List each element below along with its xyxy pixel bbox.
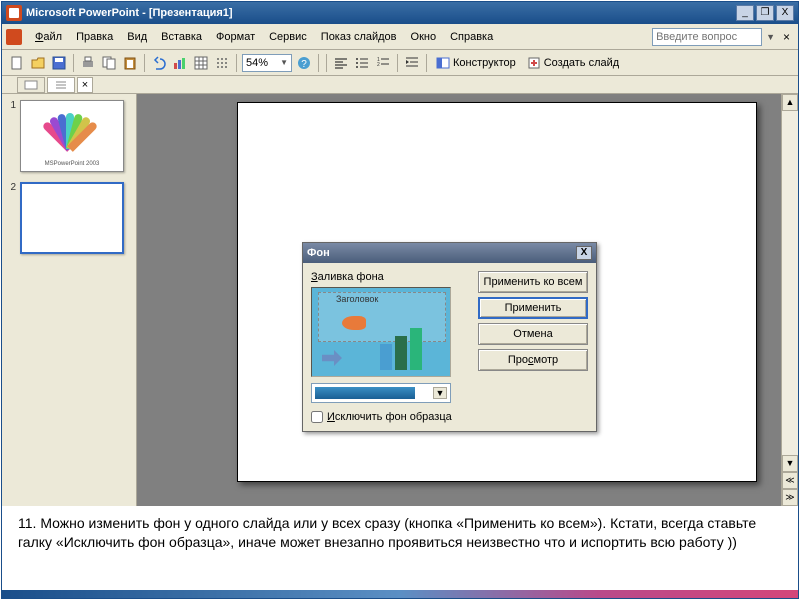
scroll-track[interactable]: [782, 111, 798, 455]
menu-edit[interactable]: Правка: [69, 27, 120, 47]
slide-thumbnail-2[interactable]: [20, 182, 124, 254]
new-icon[interactable]: [8, 54, 26, 72]
align-left-icon[interactable]: [332, 54, 350, 72]
undo-icon[interactable]: [150, 54, 168, 72]
bullets-icon[interactable]: [353, 54, 371, 72]
print-icon[interactable]: [79, 54, 97, 72]
window-minimize-button[interactable]: _: [736, 5, 754, 21]
zoom-combobox[interactable]: 54% ▼: [242, 54, 292, 72]
menu-file[interactable]: Файл: [28, 27, 69, 47]
tabs-close-button[interactable]: ×: [77, 77, 93, 93]
outline-tab[interactable]: [47, 77, 75, 93]
chart-icon[interactable]: [171, 54, 189, 72]
paste-icon[interactable]: [121, 54, 139, 72]
doc-icon: [6, 29, 22, 45]
apply-all-button[interactable]: Применить ко всем: [478, 271, 588, 293]
menu-view[interactable]: Вид: [120, 27, 154, 47]
grid-icon[interactable]: [213, 54, 231, 72]
new-slide-label: Создать слайд: [544, 57, 619, 69]
background-dialog: Фон X Заливка фона Заголовок: [302, 242, 597, 432]
fill-label: Заливка фона: [311, 271, 468, 283]
menu-file-label: айл: [43, 31, 62, 43]
cancel-button[interactable]: Отмена: [478, 323, 588, 345]
fish-icon: [342, 316, 366, 330]
copy-icon[interactable]: [100, 54, 118, 72]
window-titlebar: Microsoft PowerPoint - [Презентация1] _ …: [2, 2, 798, 24]
designer-label: Конструктор: [453, 57, 516, 69]
exclude-master-label: Исключить фон образца: [327, 411, 452, 423]
next-slide-button[interactable]: ≫: [782, 489, 798, 506]
decorative-stripe: [2, 590, 798, 598]
menu-bar: Файл Правка Вид Вставка Формат Сервис По…: [2, 24, 798, 50]
preview-button[interactable]: Просмотр: [478, 349, 588, 371]
menu-format[interactable]: Формат: [209, 27, 262, 47]
designer-button[interactable]: Конструктор: [432, 56, 520, 70]
chevron-down-icon: ▼: [433, 387, 447, 399]
color-fan-icon: [46, 109, 96, 149]
scroll-down-icon[interactable]: ▼: [782, 455, 798, 472]
increase-indent-icon[interactable]: [403, 54, 421, 72]
dialog-close-button[interactable]: X: [576, 246, 592, 260]
fill-color-dropdown[interactable]: ▼: [311, 383, 451, 403]
dialog-titlebar[interactable]: Фон X: [303, 243, 596, 263]
open-icon[interactable]: [29, 54, 47, 72]
window-close-button[interactable]: X: [776, 5, 794, 21]
window-restore-button[interactable]: ❐: [756, 5, 774, 21]
apply-button[interactable]: Применить: [478, 297, 588, 319]
tutorial-caption: 11. Можно изменить фон у одного слайда и…: [12, 510, 788, 588]
dialog-title: Фон: [307, 247, 330, 259]
bars-icon: [380, 328, 422, 370]
menu-help[interactable]: Справка: [443, 27, 500, 47]
menu-insert[interactable]: Вставка: [154, 27, 209, 47]
vertical-scrollbar[interactable]: ▲ ▼ ≪ ≫: [781, 94, 798, 506]
arrow-shape-icon: [322, 350, 342, 366]
slide-thumbnails-pane: 1 MSPowerPoint 2003 2: [2, 94, 137, 506]
powerpoint-icon: [6, 5, 22, 21]
window-title: Microsoft PowerPoint - [Презентация1]: [26, 7, 736, 19]
thumb1-caption: MSPowerPoint 2003: [21, 161, 123, 167]
svg-text:2: 2: [377, 62, 380, 68]
table-icon[interactable]: [192, 54, 210, 72]
save-icon[interactable]: [50, 54, 68, 72]
help-icon[interactable]: ?: [295, 54, 313, 72]
help-dropdown-icon[interactable]: ▼: [766, 32, 775, 42]
exclude-master-checkbox[interactable]: Исключить фон образца: [311, 411, 468, 423]
exclude-master-input[interactable]: [311, 411, 323, 423]
help-close-button[interactable]: ×: [779, 30, 794, 44]
numbering-icon[interactable]: 12: [374, 54, 392, 72]
color-swatch: [315, 387, 415, 399]
background-preview: Заголовок: [311, 287, 451, 377]
svg-text:?: ?: [301, 59, 307, 70]
outline-tabs: ×: [2, 76, 798, 94]
menu-tools[interactable]: Сервис: [262, 27, 314, 47]
menu-slideshow[interactable]: Показ слайдов: [314, 27, 404, 47]
new-slide-button[interactable]: Создать слайд: [523, 56, 623, 70]
preview-title-text: Заголовок: [336, 294, 378, 304]
slides-tab[interactable]: [17, 77, 45, 93]
zoom-value: 54%: [246, 57, 268, 69]
slide-thumbnail-1[interactable]: MSPowerPoint 2003: [20, 100, 124, 172]
chevron-down-icon: ▼: [280, 58, 288, 67]
standard-toolbar: 54% ▼ ? 12 Конструктор Создать слайд: [2, 50, 798, 76]
menu-window[interactable]: Окно: [404, 27, 444, 47]
thumb-number: 1: [6, 100, 20, 111]
prev-slide-button[interactable]: ≪: [782, 472, 798, 489]
thumb-number: 2: [6, 182, 20, 193]
scroll-up-icon[interactable]: ▲: [782, 94, 798, 111]
help-question-input[interactable]: [652, 28, 762, 46]
